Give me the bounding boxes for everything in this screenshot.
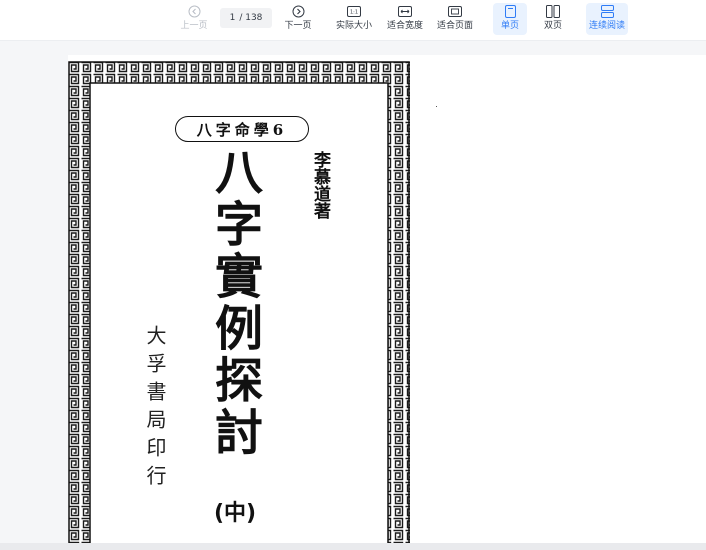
document-page: 八字命學6 李慕道著 八字實例探討 (中) 大孚書局印行 xyxy=(68,55,706,550)
double-page-button[interactable]: 双页 xyxy=(536,3,570,35)
continuous-reading-label: 连续阅读 xyxy=(588,21,625,31)
fit-width-icon xyxy=(398,3,412,20)
actual-size-label: 实际大小 xyxy=(335,21,372,31)
chevron-left-icon xyxy=(188,3,201,20)
publisher-text: 大孚書局印行 xyxy=(143,325,167,493)
single-page-button[interactable]: 单页 xyxy=(493,3,527,35)
double-page-icon xyxy=(546,3,560,20)
single-page-label: 单页 xyxy=(500,21,519,31)
page-total: / 138 xyxy=(239,13,263,23)
prev-page-button[interactable]: 上一页 xyxy=(178,3,210,35)
fit-width-label: 适合宽度 xyxy=(386,21,423,31)
fit-page-label: 适合页面 xyxy=(436,21,473,31)
prev-page-label: 上一页 xyxy=(180,21,208,31)
svg-text:1:1: 1:1 xyxy=(350,10,358,16)
continuous-reading-icon xyxy=(600,3,614,20)
fit-page-icon xyxy=(448,3,462,20)
chevron-right-icon xyxy=(292,3,305,20)
book-title: 八字實例探討 xyxy=(206,147,262,459)
series-label: 八字命學6 xyxy=(175,116,309,142)
document-viewer[interactable]: 八字命學6 李慕道著 八字實例探討 (中) 大孚書局印行 xyxy=(0,41,706,550)
page-speck xyxy=(436,106,437,107)
horizontal-scrollbar[interactable] xyxy=(0,543,706,550)
author-text: 李慕道著 xyxy=(310,151,330,219)
fit-page-button[interactable]: 适合页面 xyxy=(435,3,475,35)
page-number-box[interactable]: 1 / 138 xyxy=(220,8,272,28)
single-page-icon xyxy=(504,3,516,20)
actual-size-icon: 1:1 xyxy=(347,3,361,20)
viewer-toolbar: 上一页 1 / 138 下一页 1:1 实际大小 适合宽度 适合页面 单页 双页… xyxy=(0,0,706,41)
fit-width-button[interactable]: 适合宽度 xyxy=(385,3,425,35)
next-page-button[interactable]: 下一页 xyxy=(282,3,314,35)
double-page-label: 双页 xyxy=(543,21,562,31)
actual-size-button[interactable]: 1:1 实际大小 xyxy=(334,3,374,35)
next-page-label: 下一页 xyxy=(284,21,312,31)
continuous-reading-button[interactable]: 连续阅读 xyxy=(586,3,628,35)
volume-label: (中) xyxy=(214,501,257,526)
page-current-input[interactable]: 1 xyxy=(230,13,236,23)
